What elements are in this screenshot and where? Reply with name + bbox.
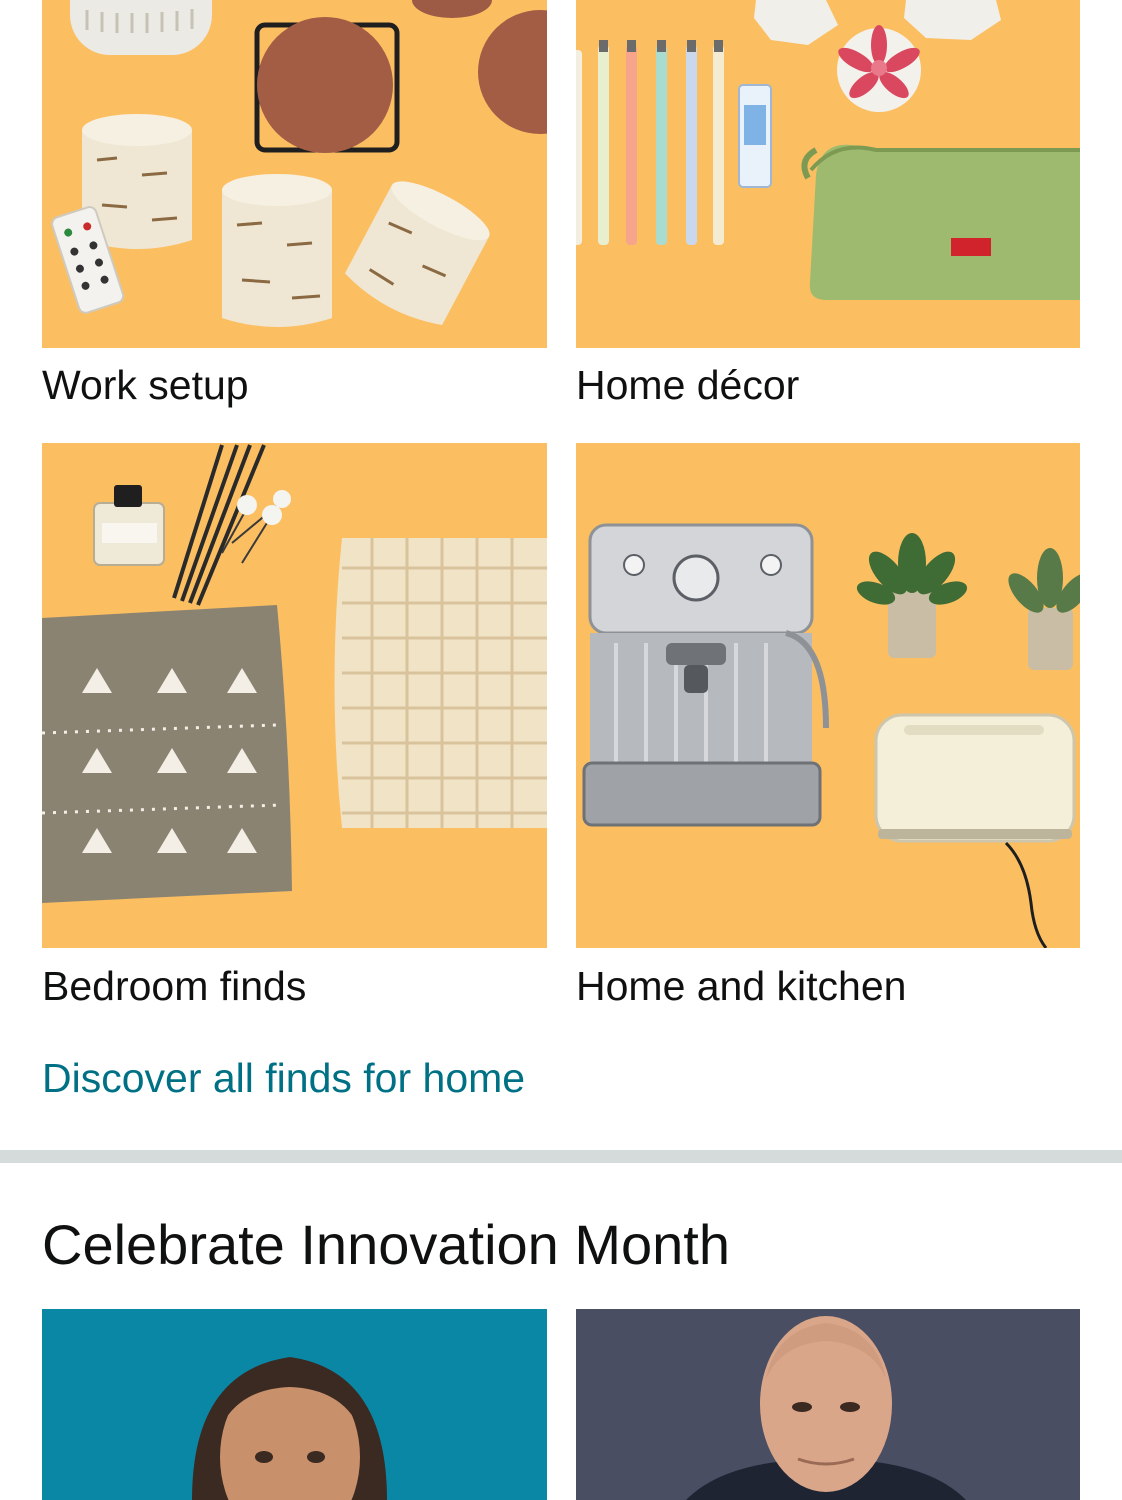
espresso-toaster-image: [576, 443, 1080, 948]
tile-home-decor[interactable]: [576, 0, 1080, 348]
tile-work-setup[interactable]: [42, 0, 547, 348]
innovation-card-1[interactable]: [42, 1309, 547, 1500]
section-title-innovation: Celebrate Innovation Month: [42, 1213, 730, 1276]
tile-label-work-setup[interactable]: Work setup: [42, 361, 249, 409]
woman-portrait-image: [42, 1309, 547, 1500]
tile-label-home-and-kitchen[interactable]: Home and kitchen: [576, 962, 906, 1010]
section-divider: [0, 1150, 1122, 1163]
tile-bedroom-finds[interactable]: [42, 443, 547, 948]
pillow-blanket-image: [42, 443, 547, 948]
innovation-card-2[interactable]: [576, 1309, 1080, 1500]
discover-all-finds-link[interactable]: Discover all finds for home: [42, 1054, 525, 1102]
tile-home-and-kitchen[interactable]: [576, 443, 1080, 948]
pens-pouch-image: [576, 0, 1080, 348]
tile-label-bedroom-finds[interactable]: Bedroom finds: [42, 962, 306, 1010]
man-portrait-image: [576, 1309, 1080, 1500]
candles-coasters-image: [42, 0, 547, 348]
tile-label-home-decor[interactable]: Home décor: [576, 361, 799, 409]
